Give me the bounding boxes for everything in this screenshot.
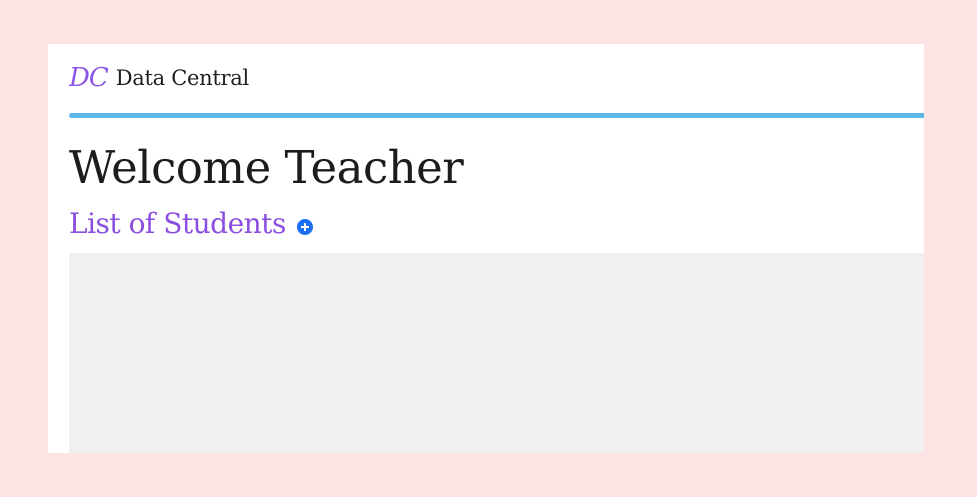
brand-name: Data Central bbox=[115, 66, 249, 90]
page-container: DC Data Central Welcome Teacher List of … bbox=[48, 44, 924, 453]
brand-logo: DC bbox=[69, 63, 109, 93]
page-title: Welcome Teacher bbox=[69, 141, 464, 194]
students-section-heading: List of Students bbox=[69, 204, 313, 244]
brand-link[interactable]: DC Data Central bbox=[69, 62, 249, 94]
students-list-panel bbox=[69, 253, 924, 453]
add-student-plus-circle-icon[interactable] bbox=[296, 219, 313, 235]
students-heading: List of Students bbox=[69, 207, 286, 240]
nav-divider bbox=[69, 113, 924, 118]
navbar: DC Data Central bbox=[69, 44, 924, 113]
